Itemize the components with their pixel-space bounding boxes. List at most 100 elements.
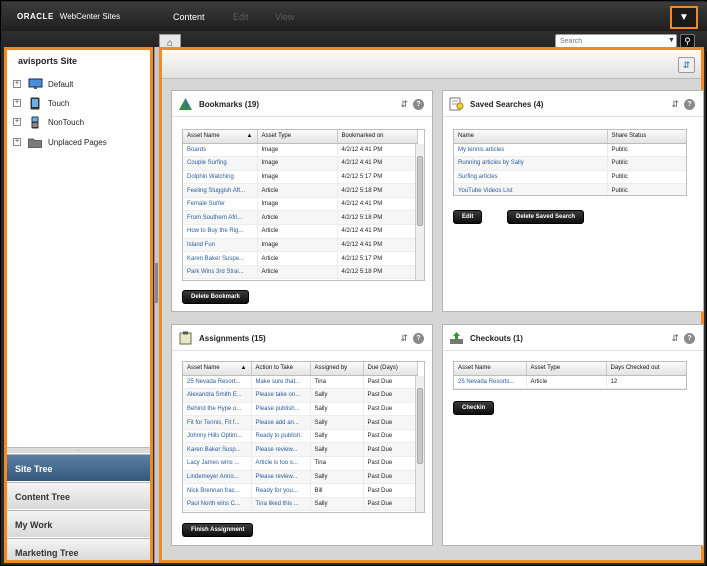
table-row[interactable]: Park Wins 3rd Strai... Article 4/2/12 5:18… <box>183 265 418 280</box>
table-row[interactable]: Alexandra Smith E... Please take on... Sal… <box>183 388 418 403</box>
table-cell[interactable]: From Southern Afri... <box>183 210 258 226</box>
table-row[interactable]: Female Surfer Image 4/2/12 4:41 PM <box>183 197 418 212</box>
nav-view[interactable]: View <box>275 12 294 22</box>
table-cell[interactable]: 25 Nevada Resorts... <box>454 375 527 389</box>
accordion-my-work[interactable]: My Work <box>7 510 150 537</box>
table-row[interactable]: Running articles by Sally Public <box>454 156 686 171</box>
table-row[interactable]: 25 Nevada Resorts... Article 12 <box>454 375 686 389</box>
expand-icon[interactable]: + <box>13 80 21 88</box>
table-cell[interactable]: Couple Surfing <box>183 156 258 171</box>
table-row[interactable]: How to Buy the Rig... Article 4/2/12 4:41 … <box>183 224 418 239</box>
table-cell[interactable]: Please review... <box>251 442 311 458</box>
table-cell[interactable]: Ready for you... <box>251 483 311 498</box>
table-cell[interactable]: Karen Baker Suspe... <box>183 251 258 266</box>
search-dropdown-icon[interactable]: ▼ <box>668 37 675 44</box>
table-row[interactable]: Boards Image 4/2/12 4:41 PM <box>183 143 418 158</box>
expand-icon[interactable]: + <box>13 138 21 146</box>
accordion-site-tree[interactable]: Site Tree <box>7 454 150 481</box>
table-cell[interactable]: Lacy James wins ... <box>183 456 252 471</box>
expand-icon[interactable]: + <box>13 99 21 107</box>
tree-item-default[interactable]: + Default <box>13 78 73 90</box>
nav-edit[interactable]: Edit <box>233 12 249 22</box>
table-cell[interactable]: Female Surfer <box>183 197 258 212</box>
tree-item-nontouch[interactable]: + NonTouch <box>13 116 84 128</box>
scroll-thumb[interactable] <box>417 388 423 464</box>
table-cell[interactable]: Make sure that... <box>251 375 311 390</box>
table-row[interactable]: Surfing articles Public <box>454 170 686 185</box>
table-row[interactable]: Dolphin Watching Image 4/2/12 5:17 PM <box>183 170 418 185</box>
accordion-content-tree[interactable]: Content Tree <box>7 482 150 509</box>
table-cell[interactable]: Please add an... <box>251 415 311 430</box>
splitter-grip[interactable] <box>155 263 158 303</box>
table-row[interactable]: Karen Baker Suspe... Article 4/2/12 5:17 P… <box>183 251 418 266</box>
refresh-icon[interactable]: ⇵ <box>671 99 679 110</box>
table-cell[interactable]: Ready to publish. <box>251 429 311 444</box>
table-cell[interactable]: Please take on... <box>251 388 311 403</box>
column-header[interactable]: Asset Type <box>257 130 338 144</box>
refresh-icon[interactable]: ⇵ <box>400 99 408 110</box>
table-cell[interactable]: My tennis articles <box>454 143 608 158</box>
column-header[interactable]: Asset Name <box>454 362 527 376</box>
table-row[interactable]: My tennis articles Public <box>454 143 686 158</box>
table-row[interactable]: Feeling Sluggish Aft... Article 4/2/12 5:1… <box>183 183 418 198</box>
table-cell[interactable]: Feeling Sluggish Aft... <box>183 183 258 198</box>
accordion-resize-handle[interactable]: … <box>7 447 150 453</box>
table-row[interactable]: Karen Baker Susp... Please review... Sally… <box>183 442 418 458</box>
column-header[interactable]: Assigned by <box>310 362 364 376</box>
column-header[interactable]: Asset Type <box>526 362 607 376</box>
table-cell[interactable]: Please review... <box>251 470 311 485</box>
table-cell[interactable]: Running articles by Sally <box>454 156 608 171</box>
assignments-scrollbar[interactable] <box>415 376 424 512</box>
table-cell[interactable]: Behind the Hype o... <box>183 402 252 417</box>
table-cell[interactable]: Tina liked this ... <box>251 497 311 512</box>
table-row[interactable]: Fit for Tennis, Fit f... Please add an...… <box>183 415 418 430</box>
delete-saved-search-button[interactable]: Delete Saved Search <box>507 210 585 224</box>
table-cell[interactable]: How to Buy the Rig... <box>183 224 258 239</box>
edit-button[interactable]: Edit <box>453 210 483 224</box>
column-header[interactable]: Due (Days) <box>363 362 418 376</box>
table-cell[interactable]: 25 Nevada Resort... <box>183 375 252 390</box>
table-cell[interactable]: Lindemeyer Anno... <box>183 470 252 485</box>
bookmarks-scrollbar[interactable] <box>415 144 424 280</box>
table-cell[interactable]: Karen Baker Susp... <box>183 442 252 458</box>
column-header[interactable]: Asset Name ▲ <box>183 130 258 144</box>
table-cell[interactable]: Nick Brennan frac... <box>183 483 252 498</box>
table-cell[interactable]: Article is too s... <box>251 456 311 471</box>
table-cell[interactable]: Dolphin Watching <box>183 170 258 185</box>
column-header[interactable]: Asset Name ▲ <box>183 362 252 376</box>
table-cell[interactable]: Park Wins 3rd Strai... <box>183 265 258 280</box>
column-header[interactable]: Name <box>454 130 608 144</box>
expand-icon[interactable]: + <box>13 118 21 126</box>
refresh-all-button[interactable]: ⇵ <box>678 57 695 73</box>
table-cell[interactable]: Surfing articles <box>454 170 608 185</box>
menu-button[interactable]: ▼ <box>670 6 698 29</box>
column-header[interactable]: Share Status <box>607 130 686 144</box>
table-cell[interactable]: Please publish... <box>251 402 311 417</box>
delete-bookmark-button[interactable]: Delete Bookmark <box>182 290 250 304</box>
table-row[interactable]: Couple Surfing Image 4/2/12 4:41 PM <box>183 156 418 171</box>
help-icon[interactable]: ? <box>413 333 424 344</box>
tree-item-unplaced-pages[interactable]: + Unplaced Pages <box>13 136 107 148</box>
column-header[interactable]: Days Checked out <box>606 362 686 376</box>
table-row[interactable]: YouTube Videos List Public <box>454 183 686 195</box>
table-cell[interactable]: Paul North wins C... <box>183 497 252 512</box>
column-header[interactable]: Action to Take <box>251 362 311 376</box>
column-header[interactable]: Bookmarked on <box>337 130 418 144</box>
search-button[interactable]: ⚲ <box>680 34 695 48</box>
checkin-button[interactable]: Checkin <box>453 401 495 415</box>
table-cell[interactable]: Alexandra Smith E... <box>183 388 252 403</box>
table-cell[interactable]: Boards <box>183 143 258 158</box>
help-icon[interactable]: ? <box>684 99 695 110</box>
refresh-icon[interactable]: ⇵ <box>671 333 679 344</box>
table-row[interactable]: Johnny Hills Optim... Ready to publish. Sa… <box>183 429 418 444</box>
table-cell[interactable]: YouTube Videos List <box>454 183 608 195</box>
search-input[interactable] <box>555 34 677 48</box>
table-row[interactable]: From Southern Afri... Article 4/2/12 5:18 … <box>183 210 418 226</box>
help-icon[interactable]: ? <box>684 333 695 344</box>
tree-item-touch[interactable]: + Touch <box>13 97 69 109</box>
table-row[interactable]: Lindemeyer Anno... Please review... Sally P… <box>183 470 418 485</box>
table-row[interactable]: Island Fun Image 4/2/12 4:41 PM <box>183 238 418 253</box>
table-row[interactable]: Lacy James wins ... Article is too s... Ti… <box>183 456 418 471</box>
table-cell[interactable]: Johnny Hills Optim... <box>183 429 252 444</box>
help-icon[interactable]: ? <box>413 99 424 110</box>
